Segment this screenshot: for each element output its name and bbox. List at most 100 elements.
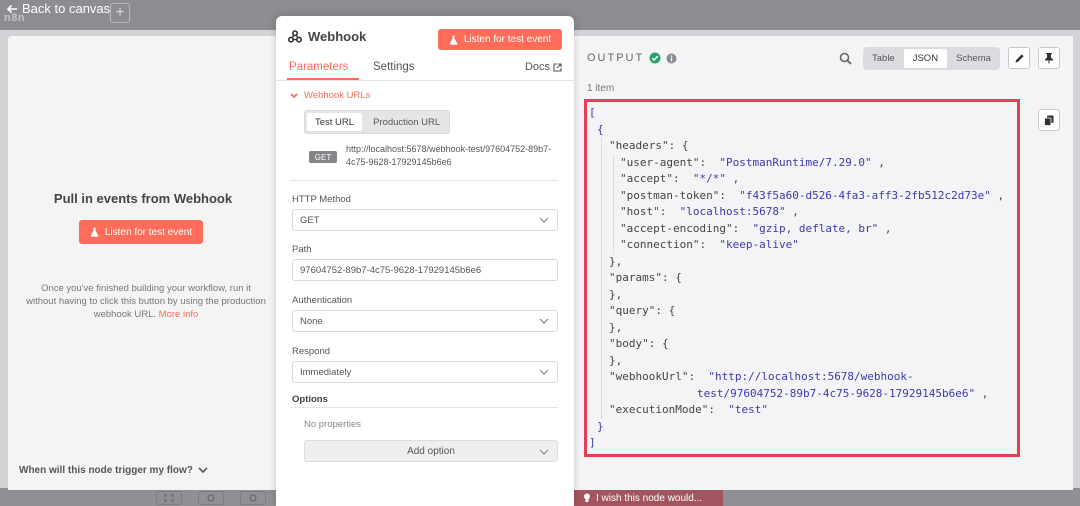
zoom-out-button[interactable] (240, 491, 266, 505)
respond-select[interactable]: Immediately (292, 361, 558, 383)
json-line: "accept": "*/*" , (620, 171, 739, 188)
json-token: , (990, 188, 1005, 202)
view-json-button[interactable]: JSON (903, 49, 948, 68)
json-token: : (699, 155, 720, 169)
zoom-in-button[interactable] (198, 491, 224, 505)
json-line: }, (609, 320, 622, 337)
json-token: , (975, 386, 989, 400)
indent-guide (613, 154, 614, 254)
json-token: , (725, 172, 740, 185)
json-key: "host" (620, 205, 660, 218)
json-line: "params": { (609, 270, 682, 287)
json-key: "webhookUrl" (609, 370, 689, 383)
json-value: "f43f5a60-d526-4fa3-aff3-2fb512c2d73e" (739, 188, 991, 202)
json-value: "PostmanRuntime/7.29.0" (719, 155, 872, 169)
json-value: "gzip, deflate, br" (752, 221, 879, 235)
authentication-select[interactable]: None (292, 310, 558, 332)
external-link-icon (553, 62, 562, 72)
fit-view-button[interactable] (156, 491, 182, 505)
path-input[interactable]: 97604752-89b7-4c75-9628-17929145b6e6 (292, 259, 558, 281)
input-panel-description: Once you've finished building your workf… (26, 282, 266, 321)
chevron-down-icon (290, 92, 298, 98)
more-info-link[interactable]: More info (159, 309, 199, 320)
node-title: Webhook (308, 29, 367, 44)
flask-icon (90, 227, 99, 237)
json-key: "headers" (609, 139, 669, 152)
trigger-help-toggle[interactable]: When will this node trigger my flow? (19, 465, 208, 476)
listen-for-test-event-button[interactable]: Listen for test event (79, 220, 203, 244)
search-icon[interactable] (839, 52, 852, 65)
json-line: "postman-token": "f43f5a60-d526-4fa3-aff… (620, 188, 1004, 205)
json-token: }, (609, 287, 623, 301)
json-line: }, (609, 353, 622, 370)
pencil-icon (1015, 53, 1024, 62)
json-key: "executionMode" (609, 403, 709, 416)
pin-data-button[interactable] (1038, 47, 1060, 69)
feedback-bar[interactable]: I wish this node would... (573, 490, 723, 506)
add-option-select[interactable]: Add option (304, 440, 558, 462)
http-method-label: HTTP Method (292, 194, 351, 205)
json-line: }, (609, 287, 622, 304)
tab-test-url[interactable]: Test URL (307, 113, 363, 131)
add-option-label: Add option (407, 445, 455, 457)
input-panel-title: Pull in events from Webhook (53, 191, 233, 206)
section-divider (290, 180, 558, 181)
webhook-urls-label: Webhook URLs (304, 90, 371, 101)
json-token: : (732, 221, 753, 235)
edit-output-button[interactable] (1008, 47, 1030, 69)
feedback-text: I wish this node would... (596, 492, 703, 504)
authentication-label: Authentication (292, 295, 353, 306)
json-token: : { (668, 139, 689, 152)
json-line: "headers": { (609, 138, 688, 155)
info-icon[interactable] (666, 53, 677, 64)
json-token: }, (609, 320, 623, 334)
json-key: "user-agent" (620, 155, 700, 169)
http-method-select[interactable]: GET (292, 209, 558, 231)
tab-parameters[interactable]: Parameters (289, 61, 348, 73)
view-schema-button[interactable]: Schema (947, 47, 1000, 70)
json-token: }, (609, 353, 623, 367)
path-value: 97604752-89b7-4c75-9628-17929145b6e6 (300, 264, 482, 276)
docs-link[interactable]: Docs (525, 61, 562, 73)
webhook-url[interactable]: http://localhost:5678/webhook-test/97604… (346, 143, 556, 169)
json-line: "accept-encoding": "gzip, deflate, br" , (620, 221, 892, 238)
node-listen-for-test-event-button[interactable]: Listen for test event (438, 29, 562, 50)
json-key: "params" (609, 271, 662, 284)
json-line: "host": "localhost:5678" , (620, 204, 799, 221)
chevron-down-icon (539, 449, 549, 455)
json-token: { (597, 122, 604, 136)
json-key: "query" (609, 304, 656, 317)
options-label: Options (292, 394, 328, 405)
add-node-button[interactable]: + (110, 3, 130, 23)
chevron-down-icon (198, 467, 208, 474)
json-output-viewer[interactable]: [{"headers": {"user-agent": "PostmanRunt… (584, 99, 1020, 457)
zoom-out-icon (249, 494, 257, 502)
json-token: : { (661, 271, 682, 284)
copy-json-button[interactable] (1038, 109, 1060, 131)
node-header: Webhook (288, 29, 366, 44)
back-to-canvas-link[interactable]: Back to canvas (6, 1, 110, 16)
json-value: "*/*" (692, 172, 726, 185)
json-value: "test" (728, 403, 768, 416)
view-table-button[interactable]: Table (863, 47, 904, 70)
json-key: "body" (609, 337, 649, 350)
tab-production-url[interactable]: Production URL (364, 111, 449, 133)
json-line: [ (589, 105, 596, 122)
http-method-badge: GET (309, 151, 337, 163)
json-token: : (688, 370, 709, 383)
json-value: "keep-alive" (719, 238, 799, 251)
chevron-down-icon (539, 217, 549, 223)
options-divider (290, 407, 558, 408)
json-token: } (597, 419, 604, 433)
copy-icon (1044, 115, 1054, 126)
flask-icon (449, 35, 458, 45)
back-to-canvas-label: Back to canvas (22, 1, 111, 16)
webhook-urls-toggle[interactable]: Webhook URLs (290, 90, 370, 101)
tab-settings[interactable]: Settings (373, 61, 415, 73)
authentication-value: None (300, 315, 323, 327)
json-line: test/97604752-89b7-4c75-9628-17929145b6e… (697, 386, 988, 403)
fit-view-icon (164, 494, 174, 502)
input-panel: Pull in events from Webhook Listen for t… (8, 36, 298, 490)
json-line: "body": { (609, 336, 669, 353)
json-token: : (699, 238, 720, 251)
